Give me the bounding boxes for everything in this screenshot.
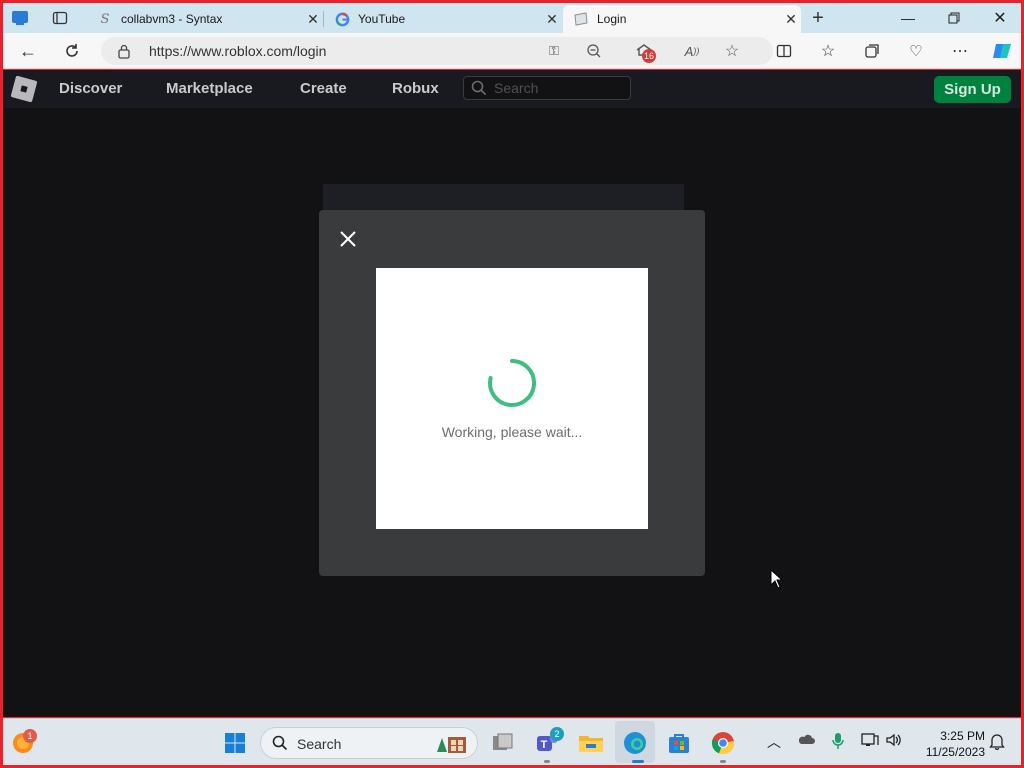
tab-syntax[interactable]: S collabvm3 - Syntax ✕ (87, 5, 323, 33)
search-icon (272, 735, 288, 756)
key-icon[interactable]: ⚿ (543, 41, 565, 61)
active-indicator (632, 760, 644, 763)
teams-badge: 2 (550, 727, 564, 741)
back-arrow-icon[interactable]: ← (15, 39, 41, 63)
volume-icon[interactable] (885, 732, 903, 751)
search-icon (471, 80, 487, 101)
task-view-icon[interactable] (489, 729, 517, 757)
refresh-icon[interactable] (59, 39, 85, 63)
close-icon[interactable]: ✕ (542, 11, 562, 28)
network-icon[interactable] (861, 732, 879, 751)
edge-icon[interactable] (621, 729, 649, 757)
loading-status-text: Working, please wait... (441, 424, 583, 440)
browser-toolbar: ← https://www.roblox.com/login ⚿ A)) ☆ 1… (3, 33, 1021, 69)
onedrive-cloud-icon[interactable] (797, 732, 815, 748)
minimize-icon[interactable]: — (885, 3, 931, 33)
workspaces-icon[interactable] (49, 7, 71, 29)
nav-create[interactable]: Create (300, 80, 347, 97)
tab-title: Login (597, 12, 627, 26)
site-header: Discover Marketplace Create Robux Search… (3, 70, 1021, 108)
url-text[interactable]: https://www.roblox.com/login (149, 43, 326, 59)
tab-title: collabvm3 - Syntax (121, 12, 223, 26)
running-indicator (544, 760, 550, 763)
site-search-input[interactable]: Search (463, 76, 631, 100)
zoom-out-icon[interactable] (583, 41, 605, 61)
browser-essentials-icon[interactable]: ♡ (903, 39, 929, 63)
syntax-s-icon: S (100, 11, 110, 27)
mouse-cursor-icon (770, 568, 784, 594)
chrome-icon[interactable] (709, 729, 737, 757)
tracking-count-badge: 16 (642, 49, 656, 63)
page-icon (573, 11, 589, 27)
clock-date: 11/25/2023 (925, 745, 985, 759)
clock-time: 3:25 PM (940, 729, 985, 743)
favorites-icon[interactable]: ☆ (815, 39, 841, 63)
lock-icon[interactable] (117, 43, 131, 59)
show-hidden-icons-chevron-icon[interactable]: ︿ (767, 732, 781, 752)
nav-discover[interactable]: Discover (59, 80, 122, 97)
roblox-logo-icon[interactable] (10, 75, 38, 103)
notifications-bell-icon[interactable] (989, 732, 1005, 753)
taskbar-search-label: Search (297, 736, 342, 752)
microphone-icon[interactable] (831, 732, 845, 753)
windows-taskbar: 1 Search T 2 ︿ 3:25 PM 11/25/2023 (3, 718, 1021, 765)
verification-modal: Working, please wait... (319, 210, 705, 576)
svg-text:T: T (541, 739, 548, 751)
tab-youtube[interactable]: YouTube ✕ (324, 5, 562, 33)
start-windows-icon[interactable] (221, 729, 249, 757)
microsoft-store-icon[interactable] (665, 729, 693, 757)
notification-badge: 1 (23, 729, 37, 743)
search-placeholder: Search (494, 80, 539, 96)
tab-title: YouTube (358, 12, 406, 26)
screen: S collabvm3 - Syntax ✕ YouTube ✕ Login ✕… (0, 0, 1024, 768)
taskbar-search-box[interactable]: Search (260, 727, 478, 759)
search-highlight-icon (433, 732, 471, 761)
running-indicator (720, 760, 726, 763)
sign-up-button[interactable]: Sign Up (934, 76, 1011, 103)
split-screen-icon[interactable] (771, 39, 797, 63)
copilot-icon[interactable] (989, 39, 1015, 63)
window-close-icon[interactable]: ✕ (977, 3, 1023, 33)
close-icon[interactable]: ✕ (781, 11, 801, 28)
system-clock[interactable]: 3:25 PM 11/25/2023 (915, 728, 985, 760)
browser-tab-bar: S collabvm3 - Syntax ✕ YouTube ✕ Login ✕… (3, 3, 1021, 33)
restore-icon[interactable] (931, 3, 977, 33)
address-bar[interactable]: https://www.roblox.com/login ⚿ A)) ☆ (101, 37, 773, 65)
file-explorer-icon[interactable] (577, 729, 605, 757)
nav-marketplace[interactable]: Marketplace (166, 80, 253, 97)
read-aloud-icon[interactable]: A)) (681, 41, 703, 61)
loading-spinner-icon (488, 359, 537, 407)
collections-icon[interactable] (859, 39, 885, 63)
close-icon[interactable]: ✕ (303, 11, 323, 28)
close-icon[interactable] (337, 228, 359, 250)
profile-icon[interactable] (9, 7, 31, 29)
roblox-login-page: Discover Marketplace Create Robux Search… (3, 70, 1021, 717)
favorite-star-icon[interactable]: ☆ (721, 41, 743, 61)
google-g-icon (334, 11, 350, 27)
nav-robux[interactable]: Robux (392, 80, 439, 97)
captcha-frame: Working, please wait... (376, 268, 648, 529)
new-tab-plus-icon[interactable]: + (807, 7, 829, 29)
tab-login[interactable]: Login ✕ (563, 5, 801, 33)
more-menu-icon[interactable]: ⋯ (947, 39, 973, 63)
